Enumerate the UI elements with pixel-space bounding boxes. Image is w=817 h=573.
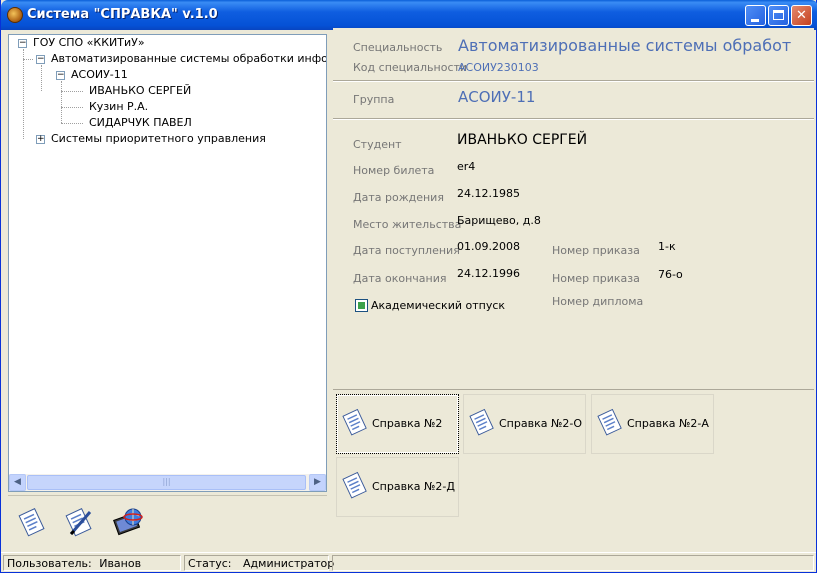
button-label: Справка №2-Д — [372, 480, 455, 493]
minimize-button[interactable] — [745, 5, 766, 26]
close-button[interactable]: ✕ — [791, 5, 812, 26]
spravka-2-a-button[interactable]: Справка №2-А — [591, 394, 714, 454]
tree-connector — [23, 49, 24, 139]
tree-node-label: ГОУ СПО «ККИТиУ» — [33, 36, 145, 49]
document-icon — [342, 471, 367, 499]
tree-node-label: Автоматизированные системы обработки инф… — [51, 52, 326, 65]
admission-value: 01.09.2008 — [457, 240, 520, 253]
close-icon: ✕ — [796, 8, 807, 23]
residence-label: Место жительства — [353, 218, 462, 231]
app-icon[interactable] — [7, 7, 23, 23]
tree-panel[interactable]: − ГОУ СПО «ККИТиУ» − Автоматизированные … — [8, 34, 327, 492]
status-label: Статус: — [188, 557, 232, 570]
button-label: Справка №2-О — [499, 417, 583, 430]
tree-expander-specialty-2[interactable]: + — [36, 135, 45, 144]
tree-connector — [61, 91, 83, 92]
tree-expander-specialty-1[interactable]: − — [36, 55, 45, 64]
document-icon — [597, 408, 622, 436]
admission-label: Дата поступления — [353, 244, 460, 257]
user-value: Иванов — [99, 557, 142, 570]
scroll-right-button[interactable]: ▶ — [309, 474, 326, 491]
document-icon — [469, 408, 494, 436]
tree-expander-group[interactable]: − — [56, 71, 65, 80]
tree-node-specialty-1[interactable]: Автоматизированные системы обработки инф… — [49, 51, 326, 67]
maximize-icon — [773, 10, 784, 20]
specialty-value: Автоматизированные системы обработ — [458, 36, 792, 55]
ticket-value: er4 — [457, 160, 476, 173]
tree-connector — [61, 81, 62, 123]
scroll-thumb[interactable]: ||| — [27, 475, 306, 490]
arrow-left-icon: ◀ — [14, 477, 21, 487]
tree-node-label: Системы приоритетного управления — [51, 132, 266, 145]
scroll-left-button[interactable]: ◀ — [9, 474, 26, 491]
minimize-icon — [751, 19, 759, 22]
status-bar: Пользователь: Иванов Статус: Администрат… — [1, 552, 816, 572]
tree-connector — [41, 65, 42, 91]
tree-node-label: АСОИУ-11 — [71, 68, 128, 81]
academic-leave-label[interactable]: Академический отпуск — [371, 299, 505, 312]
code-value: АСОИУ230103 — [458, 61, 539, 74]
code-label: Код специальности — [353, 61, 468, 74]
grip-icon: ||| — [162, 477, 171, 486]
tree-connector — [23, 59, 33, 60]
certificate-buttons-area: Справка №2 Справка №2-О Справка №2-А Спр… — [333, 389, 814, 549]
tree-node-label: ИВАНЬКО СЕРГЕЙ — [89, 84, 192, 97]
ticket-label: Номер билета — [353, 164, 435, 177]
main-window: Система "СПРАВКА" v.1.0 ✕ − ГОУ СПО «ККИ… — [0, 0, 817, 573]
left-toolbar — [8, 495, 327, 547]
tree-node-label: Кузин Р.А. — [89, 100, 149, 113]
graduation-value: 24.12.1996 — [457, 267, 520, 280]
tree-node-label: СИДАРЧУК ПАВЕЛ — [89, 116, 192, 129]
tree-node-root[interactable]: ГОУ СПО «ККИТиУ» — [31, 35, 145, 51]
graduation-label: Дата окончания — [353, 272, 447, 285]
tree-node-student[interactable]: ИВАНЬКО СЕРГЕЙ — [87, 83, 191, 99]
tree-node-student[interactable]: Кузин Р.А. — [87, 99, 148, 115]
computer-globe-icon[interactable] — [111, 506, 143, 538]
spravka-2-d-button[interactable]: Справка №2-Д — [336, 457, 459, 517]
spravka-2-o-button[interactable]: Справка №2-О — [463, 394, 586, 454]
button-label: Справка №2 — [372, 417, 443, 430]
academic-leave-checkbox[interactable] — [355, 299, 368, 312]
maximize-button[interactable] — [768, 5, 789, 26]
tree-node-group[interactable]: АСОИУ-11 — [69, 67, 128, 83]
order2-value: 76-о — [658, 268, 683, 281]
tree-connector — [61, 107, 83, 108]
status-value: Администратор — [243, 557, 335, 570]
arrow-right-icon: ▶ — [314, 477, 321, 487]
document-icon — [342, 408, 367, 436]
group-value: АСОИУ-11 — [458, 88, 536, 106]
status-user-cell: Пользователь: Иванов — [3, 555, 181, 571]
button-label: Справка №2-А — [627, 417, 709, 430]
divider — [333, 118, 814, 120]
birth-label: Дата рождения — [353, 191, 444, 204]
document-icon[interactable] — [16, 506, 48, 538]
window-title: Система "СПРАВКА" v.1.0 — [27, 7, 218, 22]
tree-connector — [61, 123, 83, 124]
specialty-label: Специальность — [353, 41, 443, 54]
student-value: ИВАНЬКО СЕРГЕЙ — [457, 132, 588, 148]
status-role-cell: Статус: Администратор — [184, 555, 334, 571]
birth-value: 24.12.1985 — [457, 187, 520, 200]
spravka-2-button[interactable]: Справка №2 — [336, 394, 459, 454]
title-bar[interactable]: Система "СПРАВКА" v.1.0 ✕ — [1, 0, 817, 30]
divider — [333, 80, 814, 82]
residence-value: Барищево, д.8 — [457, 214, 541, 227]
order2-label: Номер приказа — [552, 272, 640, 285]
order1-value: 1-к — [658, 240, 676, 253]
tree-node-specialty-2[interactable]: Системы приоритетного управления — [49, 131, 266, 147]
info-panel: Специальность Автоматизированные системы… — [333, 28, 814, 388]
order1-label: Номер приказа — [552, 244, 640, 257]
tree-node-student[interactable]: СИДАРЧУК ПАВЕЛ — [87, 115, 192, 131]
student-label: Студент — [353, 138, 402, 151]
status-empty-cell — [332, 555, 814, 571]
diploma-label: Номер диплома — [552, 295, 644, 308]
check-mark-icon — [358, 302, 365, 309]
group-label: Группа — [353, 93, 395, 106]
edit-document-icon[interactable] — [63, 506, 95, 538]
user-label: Пользователь: — [7, 557, 92, 570]
horizontal-scrollbar[interactable]: ◀ ||| ▶ — [9, 474, 326, 491]
tree-expander-root[interactable]: − — [18, 39, 27, 48]
tree-view[interactable]: − ГОУ СПО «ККИТиУ» − Автоматизированные … — [9, 35, 326, 473]
